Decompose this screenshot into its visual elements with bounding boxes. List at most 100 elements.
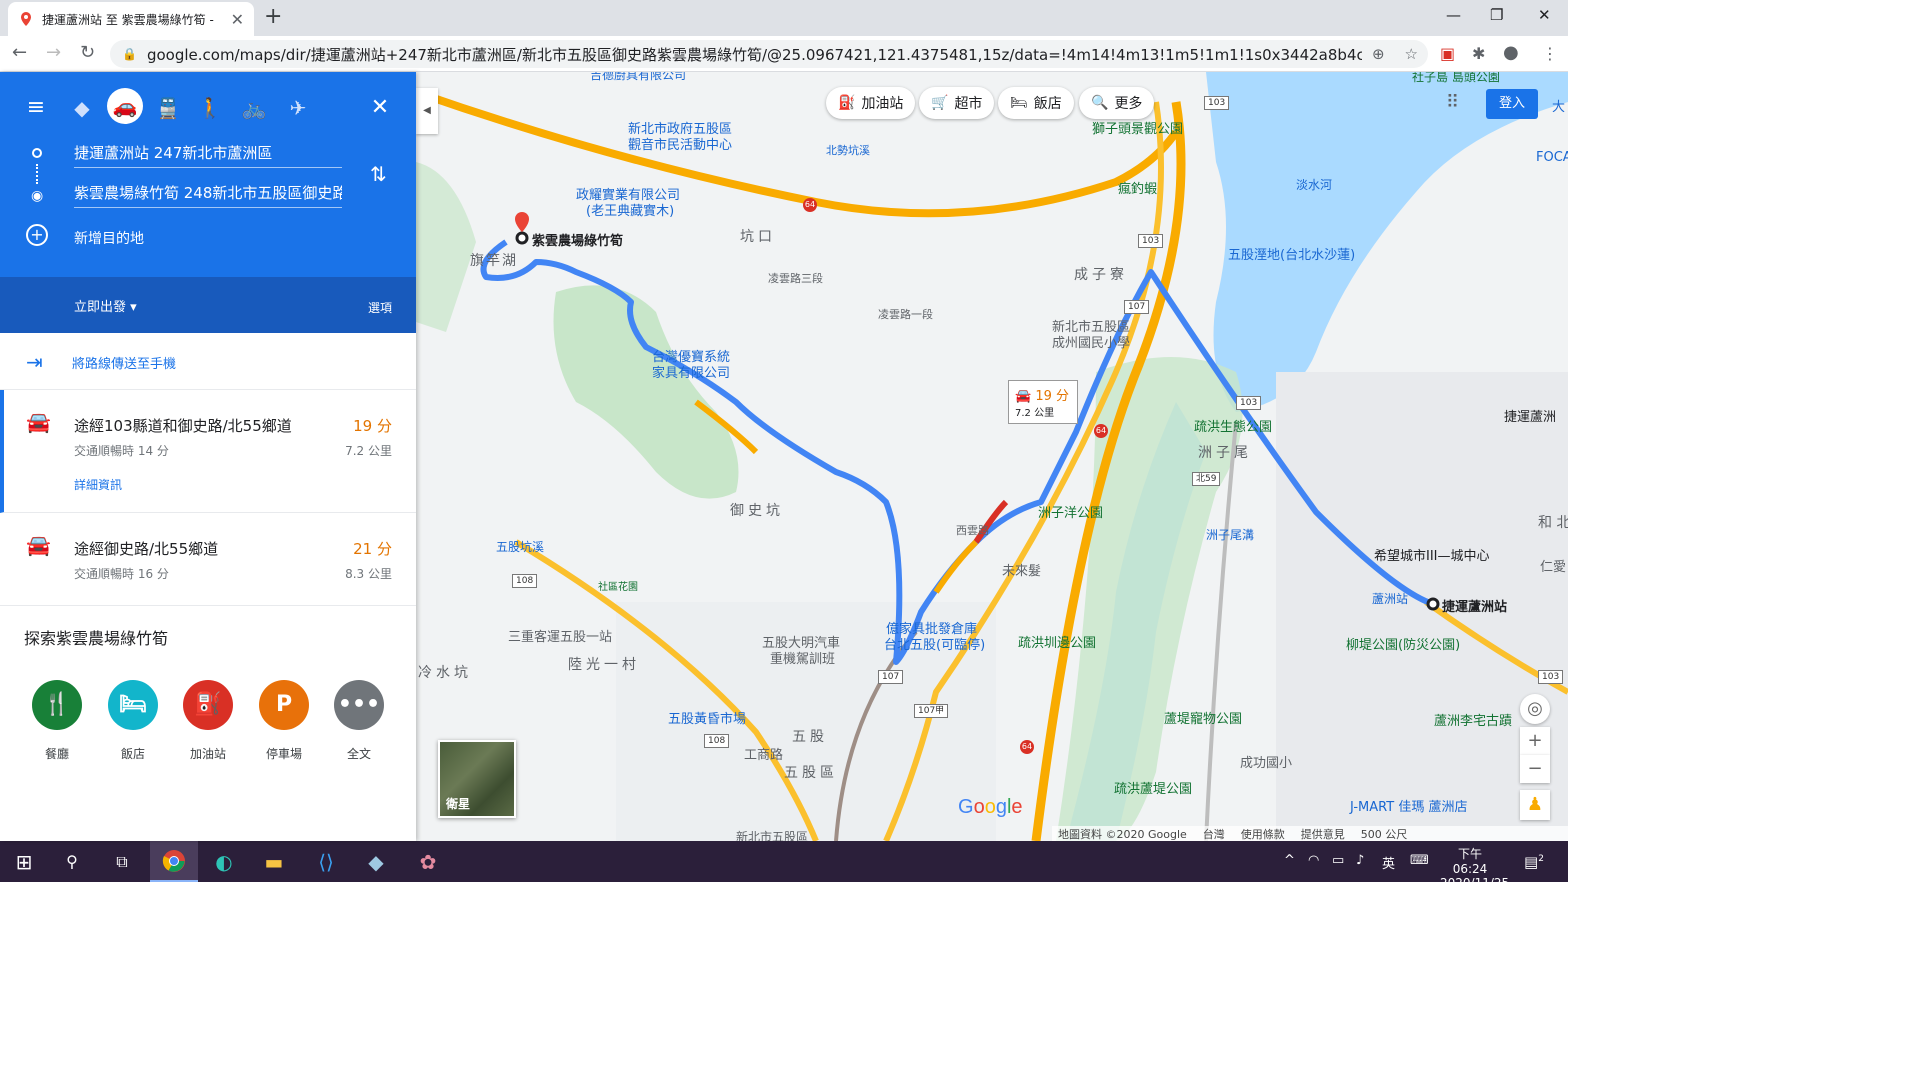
minimize-icon[interactable]: — xyxy=(1446,6,1461,24)
route-option-2[interactable]: 🚘 途經御史路/北55鄉道 21 分 交通順暢時 16 分 8.3 公里 xyxy=(0,513,416,606)
terms-link[interactable]: 使用條款 xyxy=(1241,826,1285,841)
hamburger-menu-icon[interactable]: ≡ xyxy=(20,92,52,124)
file-explorer-icon[interactable]: ▬ xyxy=(250,841,298,882)
maximize-icon[interactable]: ❐ xyxy=(1490,6,1503,24)
extension-icon[interactable]: ▣ xyxy=(1440,44,1455,63)
pegman-icon[interactable]: ♟ xyxy=(1520,790,1550,820)
zoom-in-button[interactable]: + xyxy=(1520,727,1550,755)
poi-label[interactable]: FOCA xyxy=(1536,150,1568,165)
ime-mode-icon[interactable]: ⌨ xyxy=(1410,853,1429,868)
notification-icon[interactable]: ▤2 xyxy=(1524,853,1544,871)
windows-start-icon[interactable]: ⊞ xyxy=(0,841,48,882)
poi-label[interactable]: 五股黃昏市場 xyxy=(668,708,746,727)
clock[interactable]: 下午 06:24 2020/11/25 xyxy=(1440,845,1509,890)
reload-icon[interactable]: ↻ xyxy=(80,42,95,63)
satellite-toggle[interactable]: 衛星 xyxy=(438,740,516,818)
options-button[interactable]: 選項 xyxy=(368,299,392,316)
task-view-icon[interactable]: ⧉ xyxy=(98,841,146,882)
extensions-puzzle-icon[interactable]: ✱ xyxy=(1472,44,1485,63)
destination-label[interactable]: 紫雲農場綠竹筍 xyxy=(532,230,623,249)
forward-icon[interactable]: → xyxy=(46,42,61,63)
walk-mode-icon[interactable]: 🚶 xyxy=(194,92,226,124)
hotel-chip[interactable]: 🛏 飯店 xyxy=(998,87,1074,119)
route-badge[interactable]: 🚘 19 分 7.2 公里 xyxy=(1008,380,1078,424)
collapse-panel-button[interactable]: ◀ xyxy=(416,88,438,134)
poi-label[interactable]: 三重客運五股一站 xyxy=(508,626,612,645)
ime-indicator[interactable]: 英 xyxy=(1382,853,1395,872)
my-location-icon[interactable]: ◎ xyxy=(1520,694,1550,724)
car-mode-icon[interactable]: 🚗 xyxy=(107,88,143,124)
battery-icon[interactable]: ▭ xyxy=(1332,853,1344,868)
poi-label[interactable]: 未來髮 xyxy=(1002,560,1041,579)
poi-label[interactable]: 洲子洋公園 xyxy=(1038,502,1103,521)
poi-label[interactable]: 柳堤公園(防災公園) xyxy=(1346,634,1460,653)
more-chip[interactable]: 🔍 更多 xyxy=(1079,87,1155,119)
close-tab-icon[interactable]: ✕ xyxy=(231,10,244,29)
poi-label[interactable]: 希望城市III—城中心 xyxy=(1374,545,1490,564)
back-icon[interactable]: ← xyxy=(12,42,27,63)
zoom-icon[interactable]: ⊕ xyxy=(1372,45,1385,63)
flight-mode-icon[interactable]: ✈ xyxy=(282,92,314,124)
close-directions-icon[interactable]: ✕ xyxy=(364,92,396,124)
edge-icon[interactable]: ◐ xyxy=(200,841,248,882)
origin-label[interactable]: 捷運蘆洲站 xyxy=(1442,596,1507,615)
route-option-1[interactable]: 🚘 途經103縣道和御史路/北55鄉道 19 分 交通順暢時 14 分 7.2 … xyxy=(0,390,416,513)
poi-label[interactable]: 疏洪圳邊公園 xyxy=(1018,632,1096,651)
swap-icon[interactable]: ⇅ xyxy=(370,162,387,186)
window-close-icon[interactable]: ✕ xyxy=(1538,6,1551,24)
send-to-phone-row[interactable]: ⇥ 將路線傳送至手機 xyxy=(0,333,416,390)
poi-label[interactable]: 疏洪蘆堤公園 xyxy=(1114,778,1192,797)
wifi-icon[interactable]: ◠ xyxy=(1308,853,1319,868)
map-canvas[interactable]: ⛽ 加油站 🛒 超市 🛏 飯店 🔍 更多 ◀ ⠿ 登入 🚘 19 分 7.2 公里 紫雲… xyxy=(416,72,1568,841)
address-bar[interactable]: 🔒 google.com/maps/dir/捷運蘆洲站+247新北市蘆洲區/新北… xyxy=(110,40,1428,68)
destination-input[interactable]: 紫雲農場綠竹筍 248新北市五股區御史路 xyxy=(74,180,342,208)
supermarket-chip[interactable]: 🛒 超市 xyxy=(919,87,995,119)
transit-mode-icon[interactable]: 🚆 xyxy=(152,92,184,124)
route-north59-shield: 北59 xyxy=(1192,472,1221,486)
bike-mode-icon[interactable]: 🚲 xyxy=(238,92,270,124)
volume-icon[interactable]: ♪ xyxy=(1356,853,1364,868)
origin-input[interactable]: 捷運蘆洲站 247新北市蘆洲區 xyxy=(74,140,342,168)
more-icon[interactable]: ••• xyxy=(334,680,384,730)
poi-label[interactable]: 瘋釣蝦 xyxy=(1118,178,1157,197)
browser-tab[interactable]: 捷運蘆洲站 至 紫雲農場綠竹筍 - ✕ xyxy=(8,2,254,36)
profile-icon[interactable]: ● xyxy=(1503,42,1519,63)
menu-kebab-icon[interactable]: ⋮ xyxy=(1542,44,1558,63)
poi-label[interactable]: 社區花園 xyxy=(598,578,638,593)
app-icon[interactable]: ◆ xyxy=(352,841,400,882)
hotel-icon[interactable]: 🛏 xyxy=(108,680,158,730)
add-destination-label[interactable]: 新增目的地 xyxy=(74,228,144,248)
signin-button[interactable]: 登入 xyxy=(1486,89,1538,119)
vscode-icon[interactable]: ⟨⟩ xyxy=(302,841,350,882)
poi-label[interactable]: 社子島 島頭公園 xyxy=(1412,72,1500,85)
search-icon[interactable]: ⚲ xyxy=(48,841,96,882)
region-text[interactable]: 台灣 xyxy=(1203,826,1225,841)
restaurant-icon[interactable]: 🍴 xyxy=(32,680,82,730)
poi-label[interactable]: 獅子頭景觀公園 xyxy=(1092,118,1183,137)
scale-text[interactable]: 500 公尺 xyxy=(1361,826,1408,841)
apps-grid-icon[interactable]: ⠿ xyxy=(1446,92,1459,113)
best-route-icon[interactable]: ◆ xyxy=(66,92,98,124)
gas-icon[interactable]: ⛽ xyxy=(183,680,233,730)
poi-label[interactable]: 疏洪生態公園 xyxy=(1194,416,1272,435)
poi-label[interactable]: 蘆洲站 xyxy=(1372,590,1408,607)
depart-now-dropdown[interactable]: 立即出發 ▾ xyxy=(74,296,137,315)
app-icon[interactable]: ✿ xyxy=(404,841,452,882)
poi-label[interactable]: 五股溼地(台北水沙蓮) xyxy=(1228,244,1355,263)
poi-label[interactable]: J-MART 佳瑪 蘆洲店 xyxy=(1350,796,1467,815)
bookmark-star-icon[interactable]: ☆ xyxy=(1405,45,1418,63)
zoom-out-button[interactable]: − xyxy=(1520,755,1550,783)
chrome-taskbar-icon[interactable] xyxy=(150,841,198,882)
poi-label[interactable]: 蘆堤寵物公園 xyxy=(1164,708,1242,727)
poi-label[interactable]: 蘆洲李宅古蹟 xyxy=(1434,710,1512,729)
route-details-link[interactable]: 詳細資訊 xyxy=(74,476,122,493)
poi-label[interactable]: 捷運蘆洲 xyxy=(1504,406,1556,425)
parking-icon[interactable]: P xyxy=(259,680,309,730)
new-tab-button[interactable]: + xyxy=(264,4,282,29)
feedback-link[interactable]: 提供意見 xyxy=(1301,826,1345,841)
poi-label[interactable]: 成功國小 xyxy=(1240,752,1292,771)
tray-expand-icon[interactable]: ^ xyxy=(1284,853,1295,868)
gas-chip[interactable]: ⛽ 加油站 xyxy=(826,87,916,119)
add-destination-icon[interactable]: + xyxy=(26,224,48,246)
poi-label[interactable]: 吉德廚具有限公司 xyxy=(590,72,686,83)
